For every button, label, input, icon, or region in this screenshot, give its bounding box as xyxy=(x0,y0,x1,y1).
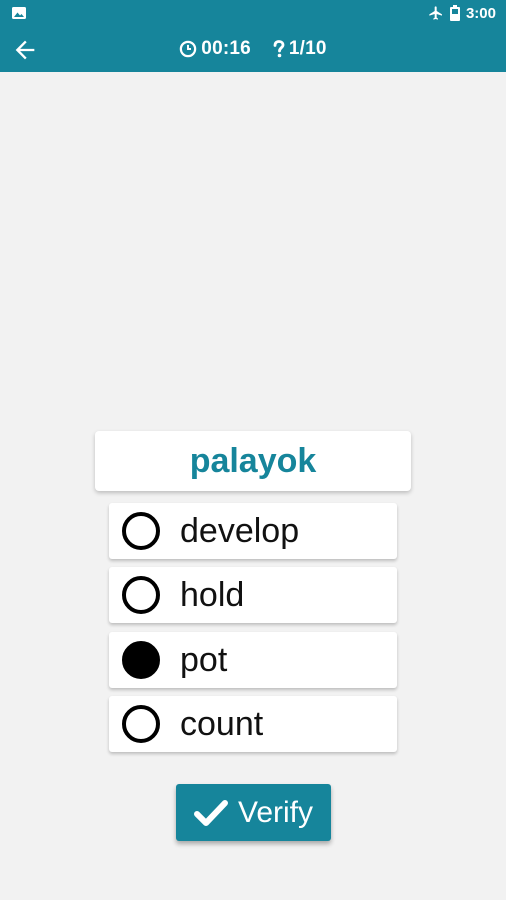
option-develop[interactable]: develop xyxy=(109,503,397,559)
radio-button[interactable] xyxy=(122,705,160,743)
battery-icon xyxy=(449,5,460,21)
timer: 00:16 xyxy=(179,38,251,60)
status-right: 3:00 xyxy=(428,4,496,22)
progress-value: 1/10 xyxy=(288,38,327,59)
option-label: hold xyxy=(180,575,245,614)
status-time: 3:00 xyxy=(465,4,496,22)
gallery-icon xyxy=(12,7,26,19)
checkmark-icon xyxy=(193,799,228,826)
radio-button-selected[interactable] xyxy=(122,641,160,679)
question-progress: 1/10 xyxy=(273,38,327,60)
verify-label: Verify xyxy=(237,795,314,829)
option-label: develop xyxy=(180,511,300,550)
status-bar: 3:00 xyxy=(0,0,506,26)
quiz-word: palayok xyxy=(189,441,317,480)
screen: 3:00 00:16 1/10 palayok develop hold pot… xyxy=(0,0,506,900)
clock-icon xyxy=(180,40,197,58)
option-label: pot xyxy=(180,640,228,679)
airplane-icon xyxy=(429,6,442,20)
option-count[interactable]: count xyxy=(109,696,397,752)
option-pot[interactable]: pot xyxy=(109,632,397,688)
radio-button[interactable] xyxy=(122,576,160,614)
app-bar: 00:16 1/10 xyxy=(0,26,506,72)
option-hold[interactable]: hold xyxy=(109,567,397,623)
radio-button[interactable] xyxy=(122,512,160,550)
question-mark-icon xyxy=(273,40,285,58)
option-label: count xyxy=(180,704,264,743)
timer-value: 00:16 xyxy=(201,38,251,59)
word-card: palayok xyxy=(95,431,411,491)
quiz-stats: 00:16 1/10 xyxy=(0,38,506,60)
verify-button[interactable]: Verify xyxy=(176,784,331,841)
top-bar: 3:00 00:16 1/10 xyxy=(0,0,506,72)
